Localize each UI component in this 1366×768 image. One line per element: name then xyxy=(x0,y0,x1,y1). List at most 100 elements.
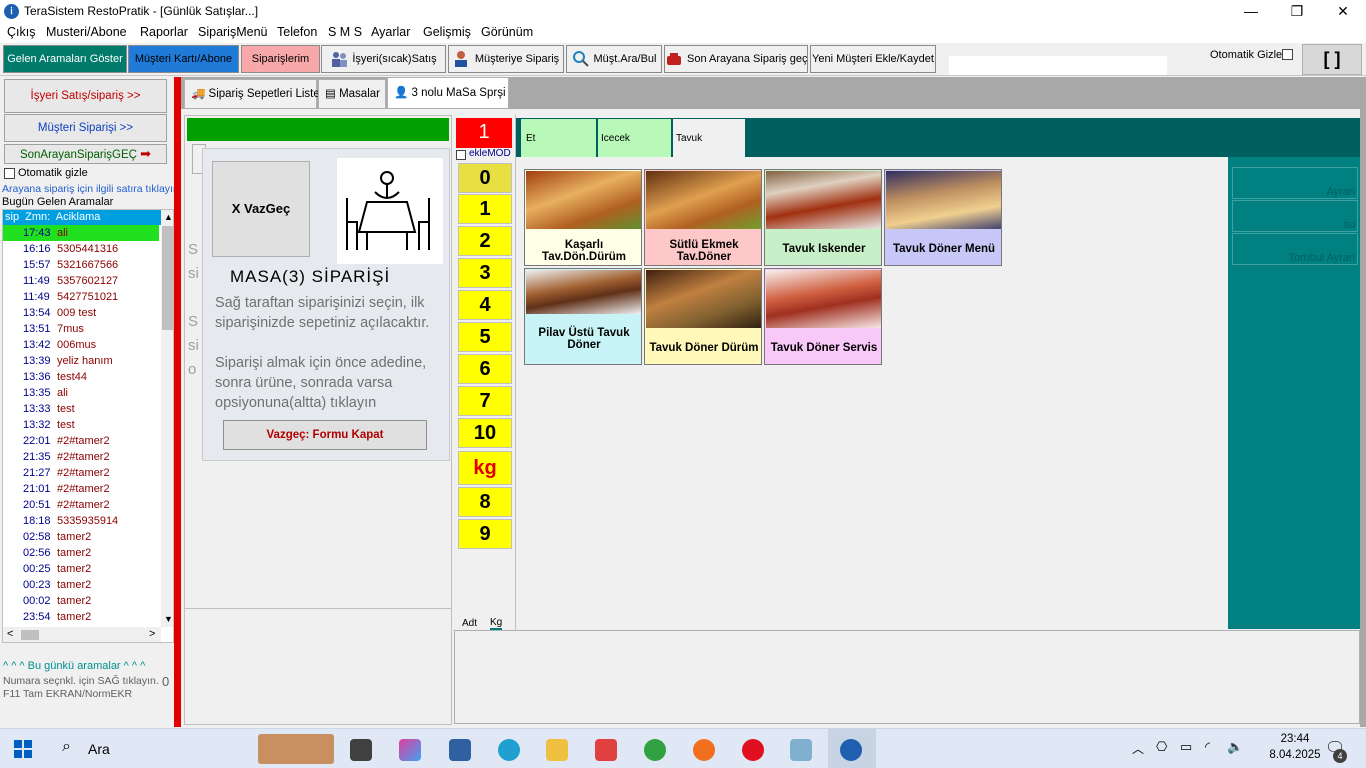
call-row[interactable]: 00:25 tamer2 xyxy=(3,561,159,577)
menu-cikis[interactable]: Çıkış xyxy=(7,25,35,39)
call-row[interactable]: 18:18 5335935914 xyxy=(3,513,159,529)
app-icon-1[interactable] xyxy=(449,739,471,761)
number-key-10[interactable]: 10 xyxy=(458,418,512,448)
edge-icon[interactable] xyxy=(498,739,520,761)
call-row[interactable]: 16:16 5305441316 xyxy=(3,241,159,257)
call-row[interactable]: 13:35 ali xyxy=(3,385,159,401)
start-icon[interactable] xyxy=(14,740,32,758)
call-row[interactable]: 13:32 test xyxy=(3,417,159,433)
sonarayan-siparis-button[interactable]: SonArayanSiparişGEÇ ➡ xyxy=(4,144,167,164)
musteri-karti-button[interactable]: Müşteri Kartı/Abone xyxy=(128,45,239,73)
product-tile[interactable]: Sütlü Ekmek Tav.Döner xyxy=(644,169,762,266)
scroll-down-icon[interactable]: ▼ xyxy=(164,614,173,624)
product-tile[interactable]: Tavuk Döner Menü xyxy=(884,169,1002,266)
number-key-1[interactable]: 1 xyxy=(458,194,512,224)
store-icon[interactable] xyxy=(595,739,617,761)
call-row[interactable]: 21:01 #2#tamer2 xyxy=(3,481,159,497)
number-key-2[interactable]: 2 xyxy=(458,226,512,256)
scroll-thumb[interactable] xyxy=(162,226,173,330)
product-tile[interactable]: Pilav Üstü Tavuk Döner xyxy=(524,268,642,365)
paint-icon[interactable] xyxy=(790,739,812,761)
call-row[interactable]: 21:35 #2#tamer2 xyxy=(3,449,159,465)
vazgec-button[interactable]: X VazGeç xyxy=(212,161,310,257)
tray-camera-icon[interactable]: ⎔ xyxy=(1156,739,1167,755)
musteri-siparisi-button[interactable]: Müşteri Siparişi >> xyxy=(4,114,167,142)
call-row[interactable]: 13:39 yeliz hanım xyxy=(3,353,159,369)
yeni-musteri-button[interactable]: Yeni Müşteri Ekle/Kaydet xyxy=(810,45,936,73)
call-row[interactable]: 13:54 009 test xyxy=(3,305,159,321)
scroll-right-icon[interactable]: > xyxy=(149,628,155,640)
tab-adt[interactable]: Adt xyxy=(462,618,477,629)
menu-siparismenu[interactable]: SiparişMenü xyxy=(198,25,267,39)
search-icon[interactable]: ⌕ xyxy=(62,738,71,756)
chrome-icon[interactable] xyxy=(644,739,666,761)
firefox-icon[interactable] xyxy=(693,739,715,761)
number-key-7[interactable]: 7 xyxy=(458,386,512,416)
otomatik-gizle-checkbox[interactable] xyxy=(1282,49,1293,60)
scroll-left-icon[interactable]: < xyxy=(7,628,13,640)
search-field[interactable] xyxy=(949,56,1167,75)
menu-sms[interactable]: S M S xyxy=(328,25,362,39)
volume-icon[interactable]: 🔈 xyxy=(1227,739,1243,755)
call-row[interactable]: 13:36 test44 xyxy=(3,369,159,385)
tab-kg[interactable]: Kg xyxy=(490,617,503,631)
call-row[interactable]: 11:49 5427751021 xyxy=(3,289,159,305)
call-row[interactable]: 11:49 5357602127 xyxy=(3,273,159,289)
product-tile[interactable]: Tavuk Iskender xyxy=(764,169,882,266)
call-row[interactable]: 02:56 tamer2 xyxy=(3,545,159,561)
number-key-9[interactable]: 9 xyxy=(458,519,512,549)
number-key-8[interactable]: 8 xyxy=(458,487,512,517)
product-tile[interactable]: Kaşarlı Tav.Dön.Dürüm xyxy=(524,169,642,266)
call-row[interactable]: 00:23 tamer2 xyxy=(3,577,159,593)
siparislerim-button[interactable]: Siparişlerim xyxy=(241,45,320,73)
son-arayana-button[interactable]: Son Arayana Sipariş geç xyxy=(664,45,808,73)
minimize-button[interactable]: — xyxy=(1228,0,1274,23)
gelen-aramalar-button[interactable]: Gelen Aramaları Göster xyxy=(3,45,127,73)
eklemod-checkbox[interactable] xyxy=(456,150,466,160)
call-row[interactable]: 02:58 tamer2 xyxy=(3,529,159,545)
number-key-6[interactable]: 6 xyxy=(458,354,512,384)
opera-icon[interactable] xyxy=(742,739,764,761)
musteriye-siparis-button[interactable]: Müşteriye Sipariş xyxy=(448,45,564,73)
isyeri-satis-button[interactable]: İşyeri(sıcak)Satış xyxy=(321,45,446,73)
isyeri-satis-siparis-button[interactable]: İşyeri Satış/sipariş >> xyxy=(4,79,167,113)
vertical-scrollbar[interactable]: ▲ ▼ xyxy=(161,210,173,627)
scroll-up-icon[interactable]: ▲ xyxy=(164,212,173,222)
formu-kapat-button[interactable]: Vazgeç: Formu Kapat xyxy=(223,420,427,450)
taskbar-search-label[interactable]: Ara xyxy=(88,741,110,757)
clock-time[interactable]: 23:44 xyxy=(1270,733,1320,745)
category-et[interactable]: Et xyxy=(521,119,596,157)
menu-raporlar[interactable]: Raporlar xyxy=(140,25,188,39)
menu-telefon[interactable]: Telefon xyxy=(277,25,317,39)
option-su[interactable]: su xyxy=(1232,200,1358,232)
call-row[interactable]: 21:27 #2#tamer2 xyxy=(3,465,159,481)
call-row[interactable]: 00:02 tamer2 xyxy=(3,593,159,609)
category-tavuk[interactable]: Tavuk xyxy=(673,119,745,158)
option-tombul-ayran[interactable]: Tombul Ayran xyxy=(1232,233,1358,265)
option-ayran[interactable]: Ayran xyxy=(1232,167,1358,199)
call-row[interactable]: 20:51 #2#tamer2 xyxy=(3,497,159,513)
tab-masalar[interactable]: ▤ Masalar xyxy=(318,79,386,109)
number-key-3[interactable]: 3 xyxy=(458,258,512,288)
category-icecek[interactable]: Icecek xyxy=(598,119,671,157)
call-row[interactable]: 17:43 ali xyxy=(3,225,159,241)
number-key-4[interactable]: 4 xyxy=(458,290,512,320)
close-button[interactable]: ✕ xyxy=(1320,0,1366,23)
wifi-icon[interactable]: ◜ xyxy=(1205,739,1210,755)
must-ara-button[interactable]: Müşt.Ara/Bul xyxy=(566,45,662,73)
chevron-up-icon[interactable]: ︿ xyxy=(1132,740,1144,757)
number-key-5[interactable]: 5 xyxy=(458,322,512,352)
battery-icon[interactable]: ▭ xyxy=(1180,739,1192,755)
call-row[interactable]: 13:42 006mus xyxy=(3,337,159,353)
tab-siparis-sepetleri[interactable]: 🚚 Sipariş Sepetleri Liste xyxy=(184,79,320,109)
call-row[interactable]: 15:57 5321667566 xyxy=(3,257,159,273)
fullscreen-button[interactable]: [ ] xyxy=(1302,44,1362,75)
menu-gorunum[interactable]: Görünüm xyxy=(481,25,533,39)
tab-masa-3[interactable]: 👤 3 nolu MaSa Sprşi xyxy=(387,77,509,109)
clock-date[interactable]: 8.04.2025 xyxy=(1255,749,1335,761)
menu-ayarlar[interactable]: Ayarlar xyxy=(371,25,410,39)
menu-musteri[interactable]: Musteri/Abone xyxy=(46,25,127,39)
call-row[interactable]: 23:54 tamer2 xyxy=(3,609,159,625)
otomatik-gizle-left-checkbox[interactable] xyxy=(4,168,15,179)
call-row[interactable]: 13:33 test xyxy=(3,401,159,417)
